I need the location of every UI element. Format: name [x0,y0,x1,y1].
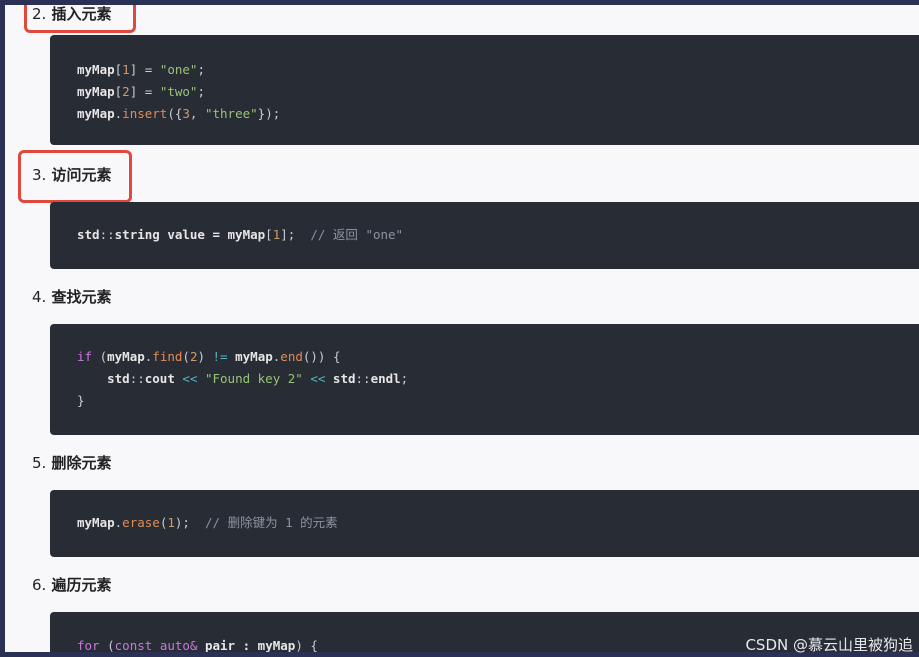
section-heading-iterate: 6. 遍历元素 [32,576,112,594]
csdn-watermark: CSDN @慕云山里被狗追 [745,636,913,654]
code-line: myMap.insert({3, "three"}); [77,106,281,121]
section-heading-find: 4. 查找元素 [32,288,112,306]
code-line: std::string value = myMap[1]; // 返回 "one… [77,227,404,242]
highlight-box-insert [24,5,136,33]
code-line: myMap[1] = "one"; [77,62,205,77]
code-line: myMap.erase(1); // 删除键为 1 的元素 [77,515,338,530]
highlight-box-access [18,150,132,203]
section-heading-erase: 5. 删除元素 [32,454,112,472]
code-block-erase[interactable]: myMap.erase(1); // 删除键为 1 的元素 [50,490,919,557]
code-line: } [77,393,85,408]
code-block-insert[interactable]: myMap[1] = "one"; myMap[2] = "two"; myMa… [50,35,919,145]
code-block-access[interactable]: std::string value = myMap[1]; // 返回 "one… [50,202,919,269]
code-line: std::cout << "Found key 2" << std::endl; [77,371,409,386]
article-content: 2. 插入元素 myMap[1] = "one"; myMap[2] = "tw… [5,5,919,652]
code-line: if (myMap.find(2) != myMap.end()) { [77,349,341,364]
code-block-find[interactable]: if (myMap.find(2) != myMap.end()) { std:… [50,324,919,435]
code-line: myMap[2] = "two"; [77,84,205,99]
